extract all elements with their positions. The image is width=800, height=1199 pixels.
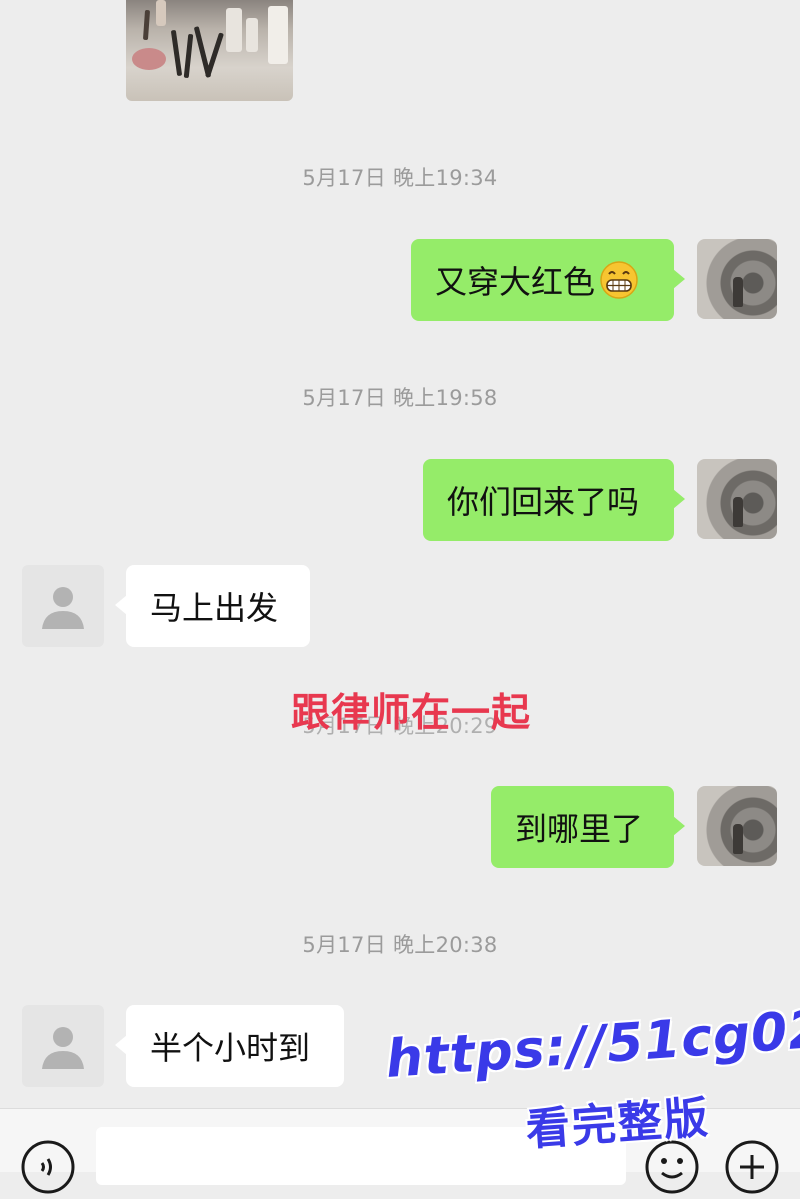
my-avatar[interactable] xyxy=(697,459,777,539)
message-text: 又穿大红色 xyxy=(435,263,596,301)
watermark-caption: 看完整版 xyxy=(524,1092,712,1157)
message-text: 半个小时到 xyxy=(150,1029,311,1067)
default-avatar-icon xyxy=(42,1027,84,1069)
outgoing-message-bubble[interactable]: 又穿大红色 xyxy=(411,239,685,321)
received-photo[interactable] xyxy=(126,0,293,101)
message-timestamp: 5月17日 晚上20:38 xyxy=(302,933,498,957)
watermark-url: https://51cg02.cc xyxy=(383,993,800,1090)
message-timestamp: 5月17日 晚上19:34 xyxy=(302,166,498,190)
contact-avatar[interactable] xyxy=(22,1005,104,1087)
message-text: 你们回来了吗 xyxy=(447,483,640,521)
outgoing-message-bubble[interactable]: 你们回来了吗 xyxy=(423,459,685,541)
message-timestamp: 5月17日 晚上19:58 xyxy=(302,386,498,410)
red-annotation: 跟律师在一起 xyxy=(291,691,532,736)
plus-icon[interactable] xyxy=(724,1139,780,1195)
voice-icon[interactable] xyxy=(20,1139,76,1195)
my-avatar[interactable] xyxy=(697,239,777,319)
incoming-message-bubble[interactable]: 马上出发 xyxy=(115,565,310,647)
incoming-message-bubble[interactable]: 半个小时到 xyxy=(115,1005,344,1087)
message-text: 到哪里了 xyxy=(515,810,644,848)
contact-avatar[interactable] xyxy=(22,565,104,647)
default-avatar-icon xyxy=(42,587,84,629)
outgoing-message-bubble[interactable]: 到哪里了 xyxy=(491,786,685,868)
my-avatar[interactable] xyxy=(697,786,777,866)
message-text: 马上出发 xyxy=(150,589,279,627)
grinning-face-icon xyxy=(599,260,639,300)
